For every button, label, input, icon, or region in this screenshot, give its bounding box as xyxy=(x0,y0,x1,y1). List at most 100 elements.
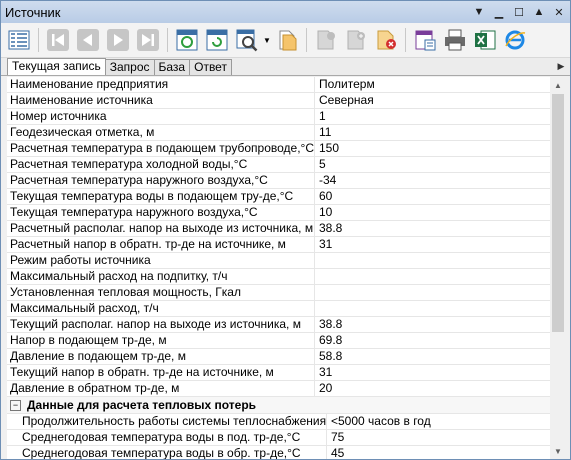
table-row[interactable]: Давление в обратном тр-де, м 20 xyxy=(7,381,550,397)
window-controls: ▼ ▁ ☐ ▲ ✕ xyxy=(472,5,566,19)
property-value[interactable] xyxy=(315,253,550,268)
save-record-icon xyxy=(317,30,335,50)
property-value[interactable]: 10 xyxy=(315,205,550,220)
table-row[interactable]: Наименование предприятия Политерм xyxy=(7,77,550,93)
copy-button[interactable] xyxy=(273,26,301,54)
property-value[interactable]: Северная xyxy=(315,93,550,108)
prev-record-button[interactable] xyxy=(74,26,102,54)
property-value[interactable]: 45 xyxy=(327,446,550,459)
table-row[interactable]: Напор в подающем тр-де, м 69.8 xyxy=(7,333,550,349)
property-value[interactable]: 150 xyxy=(315,141,550,156)
property-value[interactable] xyxy=(315,269,550,284)
property-value[interactable]: 75 xyxy=(327,430,550,445)
window-title: Источник xyxy=(5,4,61,20)
table-row[interactable]: Текущая температура наружного воздуха,°С… xyxy=(7,205,550,221)
property-name: Номер источника xyxy=(7,109,315,124)
maximize-icon[interactable]: ☐ xyxy=(512,5,526,19)
save-record-button[interactable] xyxy=(312,26,340,54)
tab-current-record[interactable]: Текущая запись xyxy=(7,58,106,75)
scroll-down-icon[interactable]: ▼ xyxy=(550,443,566,459)
property-value[interactable] xyxy=(315,301,550,316)
property-value[interactable]: 38.8 xyxy=(315,317,550,332)
tab-answer[interactable]: Ответ xyxy=(189,59,232,75)
find-button[interactable] xyxy=(233,26,261,54)
table-row[interactable]: Номер источника 1 xyxy=(7,109,550,125)
collapse-icon[interactable]: ▲ xyxy=(532,5,546,19)
property-value[interactable]: 11 xyxy=(315,125,550,140)
property-value[interactable]: <5000 часов в год xyxy=(327,414,550,429)
table-row[interactable]: Давление в подающем тр-де, м 58.8 xyxy=(7,349,550,365)
table-row[interactable]: Максимальный расход, т/ч xyxy=(7,301,550,317)
minimize-icon[interactable]: ▁ xyxy=(492,5,506,19)
property-value[interactable]: 31 xyxy=(315,365,550,380)
close-icon[interactable]: ✕ xyxy=(552,5,566,19)
property-value[interactable] xyxy=(315,285,550,300)
property-name: Напор в подающем тр-де, м xyxy=(7,333,315,348)
property-name: Давление в подающем тр-де, м xyxy=(7,349,315,364)
property-name: Максимальный расход на подпитку, т/ч xyxy=(7,269,315,284)
excel-button[interactable] xyxy=(471,26,499,54)
category-header[interactable]: − Данные для расчета тепловых потерь xyxy=(7,397,550,414)
property-value[interactable]: Политерм xyxy=(315,77,550,92)
property-value[interactable]: 1 xyxy=(315,109,550,124)
property-name: Максимальный расход, т/ч xyxy=(7,301,315,316)
print-button[interactable] xyxy=(441,26,469,54)
property-name: Расчетный напор в обратн. тр-де на источ… xyxy=(7,237,315,252)
table-row[interactable]: Расчетная температура наружного воздуха,… xyxy=(7,173,550,189)
table-row[interactable]: Расчетная температура в подающем трубопр… xyxy=(7,141,550,157)
table-row[interactable]: Продолжительность работы системы теплосн… xyxy=(7,414,550,430)
table-row[interactable]: Наименование источника Северная xyxy=(7,93,550,109)
find-dropdown-icon[interactable]: ▼ xyxy=(263,36,271,45)
grid-view-button[interactable] xyxy=(5,26,33,54)
delete-record-button[interactable] xyxy=(372,26,400,54)
property-value[interactable]: 31 xyxy=(315,237,550,252)
property-name: Текущий напор в обратн. тр-де на источни… xyxy=(7,365,315,380)
table-row[interactable]: Максимальный расход на подпитку, т/ч xyxy=(7,269,550,285)
table-row[interactable]: Расчетный располаг. напор на выходе из и… xyxy=(7,221,550,237)
property-name: Расчетный располаг. напор на выходе из и… xyxy=(7,221,315,236)
vertical-scrollbar[interactable]: ▲ ▼ xyxy=(550,77,566,459)
table-row[interactable]: Установленная тепловая мощность, Гкал xyxy=(7,285,550,301)
last-record-button[interactable] xyxy=(134,26,162,54)
table-row[interactable]: Геодезическая отметка, м 11 xyxy=(7,125,550,141)
reload-button[interactable] xyxy=(203,26,231,54)
property-value[interactable]: 58.8 xyxy=(315,349,550,364)
property-value[interactable]: 38.8 xyxy=(315,221,550,236)
print-icon xyxy=(444,29,465,51)
collapse-toggle-icon[interactable]: − xyxy=(10,399,21,411)
add-record-button[interactable] xyxy=(342,26,370,54)
dropdown-icon[interactable]: ▼ xyxy=(472,5,486,19)
first-record-button[interactable] xyxy=(44,26,72,54)
ie-icon xyxy=(505,30,526,50)
property-value[interactable]: -34 xyxy=(315,173,550,188)
next-record-button[interactable] xyxy=(104,26,132,54)
property-value[interactable]: 5 xyxy=(315,157,550,172)
delete-record-icon xyxy=(377,30,396,50)
table-row[interactable]: Расчетная температура холодной воды,°С 5 xyxy=(7,157,550,173)
category-label: Данные для расчета тепловых потерь xyxy=(27,398,257,412)
scroll-up-icon[interactable]: ▲ xyxy=(550,77,566,93)
table-row[interactable]: Режим работы источника xyxy=(7,253,550,269)
table-row[interactable]: Текущий располаг. напор на выходе из ист… xyxy=(7,317,550,333)
table-row[interactable]: Среднегодовая температура воды в под. тр… xyxy=(7,430,550,446)
tab-database[interactable]: База xyxy=(153,59,191,75)
table-row[interactable]: Расчетный напор в обратн. тр-де на источ… xyxy=(7,237,550,253)
tab-scroll-right-icon[interactable]: ▶ xyxy=(554,59,568,73)
table-row[interactable]: Текущий напор в обратн. тр-де на источни… xyxy=(7,365,550,381)
ie-export-button[interactable] xyxy=(501,26,529,54)
tab-query[interactable]: Запрос xyxy=(104,59,155,75)
property-name: Наименование источника xyxy=(7,93,315,108)
property-name: Среднегодовая температура воды в обр. тр… xyxy=(7,446,327,459)
toolbar: ▼ xyxy=(1,23,570,58)
property-name: Текущая температура наружного воздуха,°С xyxy=(7,205,315,220)
refresh-button[interactable] xyxy=(173,26,201,54)
table-row[interactable]: Среднегодовая температура воды в обр. тр… xyxy=(7,446,550,459)
property-value[interactable]: 69.8 xyxy=(315,333,550,348)
scroll-thumb[interactable] xyxy=(552,94,564,332)
property-name: Текущая температура воды в подающем тру-… xyxy=(7,189,315,204)
property-value[interactable]: 20 xyxy=(315,381,550,396)
property-value[interactable]: 60 xyxy=(315,189,550,204)
property-name: Среднегодовая температура воды в под. тр… xyxy=(7,430,327,445)
table-row[interactable]: Текущая температура воды в подающем тру-… xyxy=(7,189,550,205)
report-button[interactable] xyxy=(411,26,439,54)
